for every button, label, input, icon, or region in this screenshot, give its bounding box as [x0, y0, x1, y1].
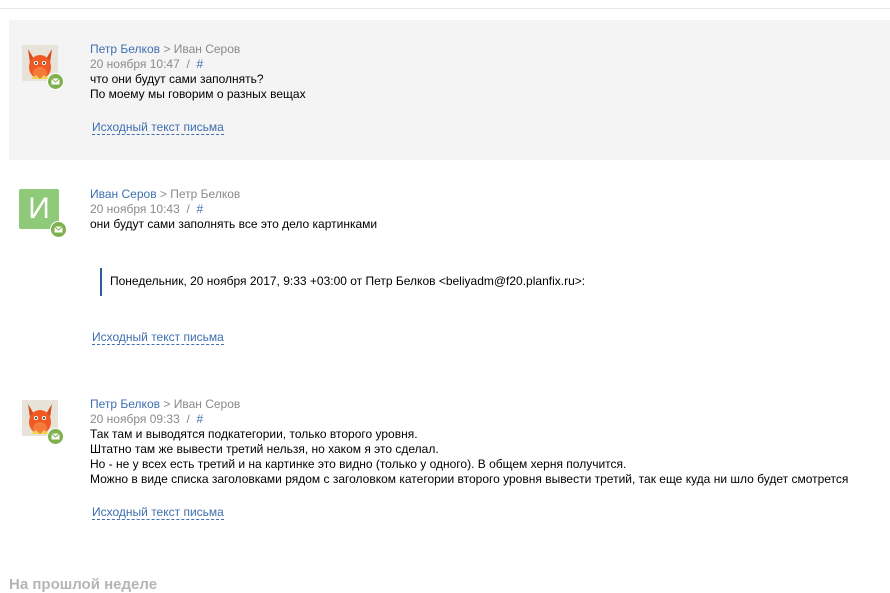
author-link[interactable]: Петр Белков: [90, 397, 160, 411]
author-link[interactable]: Иван Серов: [90, 187, 157, 201]
comment-item: Петр Белков > Иван Серов 20 ноября 09:33…: [9, 390, 890, 540]
comment-meta: 20 ноября 09:33 / #: [90, 412, 848, 427]
direction-separator: >: [163, 42, 171, 56]
meta-slash: /: [186, 202, 190, 216]
comment-body: Петр Белков > Иван Серов 20 ноября 10:47…: [90, 42, 306, 102]
comment-date: 20 ноября 10:47: [90, 57, 180, 71]
original-email-link[interactable]: Исходный текст письма: [92, 120, 224, 135]
comment-body: Иван Серов > Петр Белков 20 ноября 10:43…: [90, 187, 377, 232]
comment-date: 20 ноября 10:43: [90, 202, 180, 216]
comment-header: Иван Серов > Петр Белков: [90, 187, 377, 202]
comment-meta: 20 ноября 10:47 / #: [90, 57, 306, 72]
original-email-link[interactable]: Исходный текст письма: [92, 505, 224, 520]
comment-text-line: Так там и выводятся подкатегории, только…: [90, 427, 418, 441]
recipient-name: Иван Серов: [173, 397, 241, 411]
section-title: На прошлой неделе: [9, 576, 158, 593]
quote-block: Понедельник, 20 ноября 2017, 9:33 +03:00…: [100, 268, 585, 296]
meta-slash: /: [186, 412, 190, 426]
avatar[interactable]: И: [19, 189, 67, 238]
recipient-name: Петр Белков: [170, 187, 241, 201]
email-icon: [47, 428, 64, 445]
email-icon: [50, 221, 67, 238]
recipient-name: Иван Серов: [173, 42, 241, 56]
comment-header: Петр Белков > Иван Серов: [90, 397, 848, 412]
comment-text-line: Можно в виде списка заголовками рядом с …: [90, 472, 849, 486]
comment-text-line: они будут сами заполнять все это дело ка…: [90, 217, 378, 231]
top-divider: [0, 8, 890, 9]
comment-date: 20 ноября 09:33: [90, 412, 180, 426]
email-icon: [47, 73, 64, 90]
comment-text-line: Но - не у всех есть третий и на картинке…: [90, 457, 627, 471]
author-link[interactable]: Петр Белков: [90, 42, 160, 56]
comment-text-line: Штатно там же вывести третий нельзя, но …: [90, 442, 439, 456]
comment-item: И Иван Серов > Петр Белков 20 ноября 10:…: [9, 180, 890, 360]
comment-body: Петр Белков > Иван Серов 20 ноября 09:33…: [90, 397, 848, 487]
avatar[interactable]: [22, 45, 64, 90]
original-email-link[interactable]: Исходный текст письма: [92, 330, 224, 345]
direction-separator: >: [159, 187, 167, 201]
comment-item: Петр Белков > Иван Серов 20 ноября 10:47…: [9, 20, 890, 160]
comment-text-line: По моему мы говорим о разных вещах: [90, 87, 306, 101]
permalink[interactable]: #: [196, 412, 203, 426]
direction-separator: >: [163, 397, 171, 411]
quote-text: Понедельник, 20 ноября 2017, 9:33 +03:00…: [110, 274, 586, 288]
comment-text-line: что они будут сами заполнять?: [90, 72, 264, 86]
permalink[interactable]: #: [196, 57, 203, 71]
comment-meta: 20 ноября 10:43 / #: [90, 202, 377, 217]
permalink[interactable]: #: [196, 202, 203, 216]
meta-slash: /: [186, 57, 190, 71]
avatar[interactable]: [22, 400, 64, 445]
comment-header: Петр Белков > Иван Серов: [90, 42, 306, 57]
